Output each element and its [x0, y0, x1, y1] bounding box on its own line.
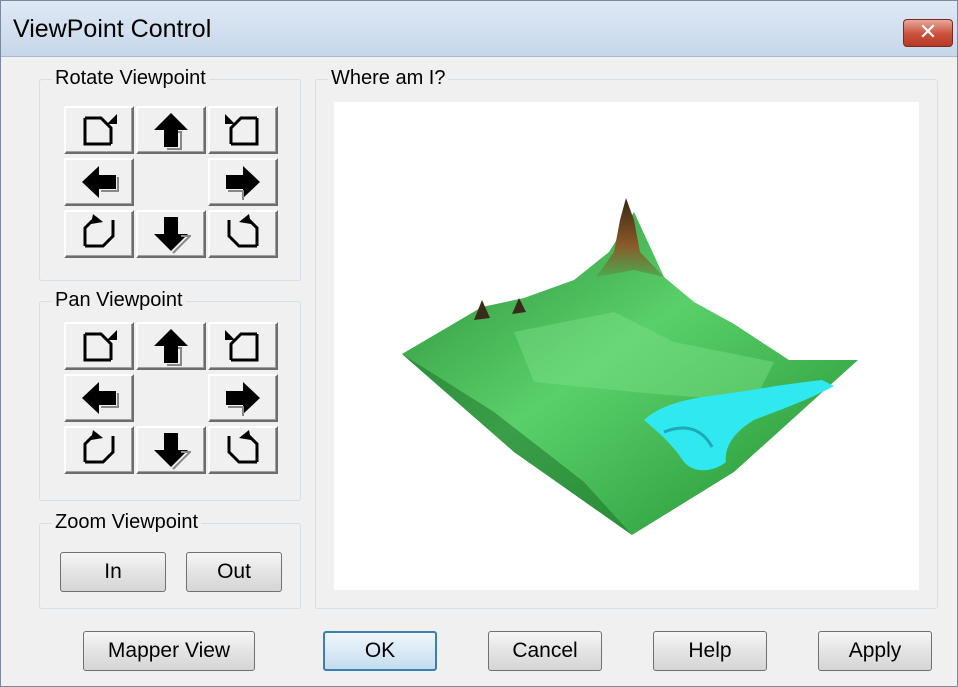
terrain-preview: [334, 102, 919, 590]
pan-rotate-cw-down-button[interactable]: [208, 426, 278, 474]
zoom-in-label: In: [104, 560, 122, 583]
mapper-view-button[interactable]: Mapper View: [83, 631, 255, 671]
pan-arrow-left-button[interactable]: [64, 374, 134, 422]
rotate-viewpoint-label: Rotate Viewpoint: [52, 66, 209, 90]
close-icon: ✕: [918, 20, 938, 45]
viewpoint-control-dialog: ViewPoint Control ✕ Rotate Viewpoint Pan…: [0, 0, 958, 687]
pan-rotate-ccw-down-button[interactable]: [64, 426, 134, 474]
ok-button[interactable]: OK: [323, 631, 437, 671]
pan-arrow-right-button[interactable]: [208, 374, 278, 422]
apply-label: Apply: [848, 639, 902, 662]
zoom-viewpoint-group: Zoom Viewpoint In Out: [39, 510, 301, 609]
pan-arrow-up-button[interactable]: [136, 322, 206, 370]
pan-viewpoint-label: Pan Viewpoint: [52, 288, 186, 312]
rotate-arrow-grid: [64, 106, 280, 262]
cancel-label: Cancel: [512, 639, 578, 662]
close-button[interactable]: ✕: [903, 19, 953, 47]
apply-button[interactable]: Apply: [818, 631, 932, 671]
help-label: Help: [688, 639, 732, 662]
terrain-3d-image: [402, 198, 858, 535]
zoom-out-label: Out: [217, 560, 251, 583]
rotate-arrow-right-button[interactable]: [208, 158, 278, 206]
zoom-out-button[interactable]: Out: [186, 552, 282, 592]
rotate-rotate-cw-down-button[interactable]: [208, 210, 278, 258]
rotate-arrow-left-button[interactable]: [64, 158, 134, 206]
pan-arrow-grid: [64, 322, 280, 478]
where-am-i-label: Where am I?: [328, 66, 449, 90]
pan-rotate-ccw-up-button[interactable]: [64, 322, 134, 370]
window-title: ViewPoint Control: [13, 15, 212, 43]
rotate-arrow-down-button[interactable]: [136, 210, 206, 258]
rotate-arrow-up-button[interactable]: [136, 106, 206, 154]
ok-label: OK: [364, 639, 396, 662]
zoom-viewpoint-label: Zoom Viewpoint: [52, 510, 202, 534]
rotate-rotate-cw-up-button[interactable]: [208, 106, 278, 154]
mapper-view-label: Mapper View: [107, 639, 231, 662]
pan-arrow-down-button[interactable]: [136, 426, 206, 474]
rotate-rotate-ccw-down-button[interactable]: [64, 210, 134, 258]
rotate-rotate-ccw-up-button[interactable]: [64, 106, 134, 154]
cancel-button[interactable]: Cancel: [488, 631, 602, 671]
rotate-viewpoint-group: Rotate Viewpoint: [39, 66, 301, 281]
pan-rotate-cw-up-button[interactable]: [208, 322, 278, 370]
pan-viewpoint-group: Pan Viewpoint: [39, 288, 301, 501]
title-bar[interactable]: ViewPoint Control ✕: [1, 1, 957, 57]
zoom-in-button[interactable]: In: [60, 552, 166, 592]
help-button[interactable]: Help: [653, 631, 767, 671]
